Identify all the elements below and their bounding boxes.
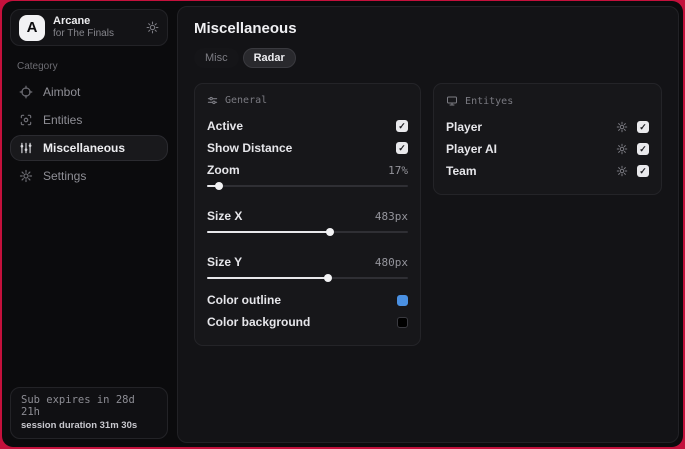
player-checkbox[interactable] — [637, 121, 649, 133]
subscription-box: Sub expires in 28d 21h session duration … — [10, 387, 168, 439]
page-title: Miscellaneous — [194, 20, 297, 37]
setting-label: Show Distance — [207, 141, 293, 155]
brand-text: Arcane for The Finals — [53, 15, 138, 39]
size-y-value: 480px — [374, 255, 409, 269]
setting-label: Zoom — [207, 163, 240, 177]
entity-row-team: Team — [446, 160, 649, 182]
category-label: Category — [17, 61, 58, 72]
team-checkbox[interactable] — [637, 165, 649, 177]
crosshair-icon — [19, 85, 33, 99]
tab-bar: Misc Radar — [194, 48, 662, 68]
zoom-slider[interactable] — [207, 182, 409, 190]
general-card-header: General — [207, 95, 408, 106]
setting-label: Size X — [207, 209, 243, 223]
entity-controls — [616, 143, 649, 155]
setting-label: Color outline — [207, 293, 281, 307]
entity-row-player: Player — [446, 116, 649, 138]
color-outline-swatch[interactable] — [397, 294, 409, 306]
slider-thumb[interactable] — [325, 228, 334, 236]
scan-icon — [19, 113, 33, 127]
brand-card: A Arcane for The Finals — [10, 9, 168, 46]
sidebar-item-aimbot[interactable]: Aimbot — [10, 79, 168, 105]
entities-card-header: Entityes — [446, 95, 649, 107]
slider-thumb[interactable] — [323, 274, 332, 282]
color-background-swatch[interactable] — [397, 316, 409, 328]
setting-row-show-distance: Show Distance — [207, 137, 409, 159]
app-title: Arcane — [53, 15, 91, 28]
entities-card-title: Entityes — [465, 95, 514, 107]
general-card-title: General — [225, 95, 268, 106]
size-x-value: 483px — [374, 209, 409, 223]
sidebar-item-settings[interactable]: Settings — [10, 163, 168, 189]
entity-controls — [616, 121, 649, 133]
main-panel: Miscellaneous Misc Radar General Active — [177, 6, 679, 443]
entity-controls — [616, 165, 649, 177]
zoom-value: 17% — [388, 163, 409, 177]
setting-row-color-background: Color background — [207, 311, 409, 333]
size-y-slider[interactable] — [207, 274, 409, 282]
show-distance-checkbox[interactable] — [396, 142, 409, 154]
entity-row-player-ai: Player AI — [446, 138, 649, 160]
entities-card: Entityes Player Player AI — [433, 83, 662, 195]
entity-label: Team — [446, 164, 477, 178]
entity-label: Player — [446, 120, 483, 134]
app-subtitle: for The Finals — [53, 28, 114, 40]
setting-row-zoom: Zoom 17% — [207, 159, 408, 181]
player-ai-checkbox[interactable] — [637, 143, 649, 155]
setting-row-size-x: Size X 483px — [207, 205, 408, 227]
slider-thumb[interactable] — [215, 182, 224, 190]
sliders-icon — [207, 95, 218, 106]
sidebar-item-label: Miscellaneous — [43, 141, 126, 155]
general-card: General Active Show Distance Zoom 17% — [194, 83, 422, 346]
sliders-icon — [19, 141, 33, 155]
tab-radar[interactable]: Radar — [242, 48, 296, 68]
gear-icon[interactable] — [146, 21, 159, 34]
tab-misc[interactable]: Misc — [194, 48, 239, 68]
app-window: A Arcane for The Finals Category Aimbot … — [2, 1, 683, 447]
setting-row-size-y: Size Y 480px — [207, 251, 408, 273]
sidebar: A Arcane for The Finals Category Aimbot … — [2, 1, 176, 447]
setting-label: Active — [207, 119, 244, 133]
monitor-icon — [446, 95, 458, 107]
sub-expires-text: Sub expires in 28d 21h — [21, 394, 135, 418]
gear-icon — [19, 169, 33, 183]
gear-icon[interactable] — [616, 165, 628, 177]
slider-fill — [207, 231, 330, 233]
active-checkbox[interactable] — [396, 120, 409, 132]
sidebar-item-label: Aimbot — [43, 85, 81, 99]
gear-icon[interactable] — [616, 121, 628, 133]
slider-track — [207, 185, 409, 187]
sidebar-item-miscellaneous[interactable]: Miscellaneous — [10, 135, 168, 161]
session-duration-text: session duration 31m 30s — [21, 420, 138, 431]
cards-row: General Active Show Distance Zoom 17% — [194, 83, 662, 346]
gear-icon[interactable] — [616, 143, 628, 155]
setting-row-color-outline: Color outline — [207, 289, 409, 311]
sidebar-item-label: Entities — [43, 113, 83, 127]
slider-fill — [207, 277, 328, 279]
app-logo: A — [19, 14, 45, 41]
setting-row-active: Active — [207, 115, 409, 137]
setting-label: Color background — [207, 315, 311, 329]
sidebar-item-label: Settings — [43, 169, 87, 183]
entity-label: Player AI — [446, 142, 497, 156]
sidebar-item-entities[interactable]: Entities — [10, 107, 168, 133]
setting-label: Size Y — [207, 255, 243, 269]
size-x-slider[interactable] — [207, 228, 409, 236]
